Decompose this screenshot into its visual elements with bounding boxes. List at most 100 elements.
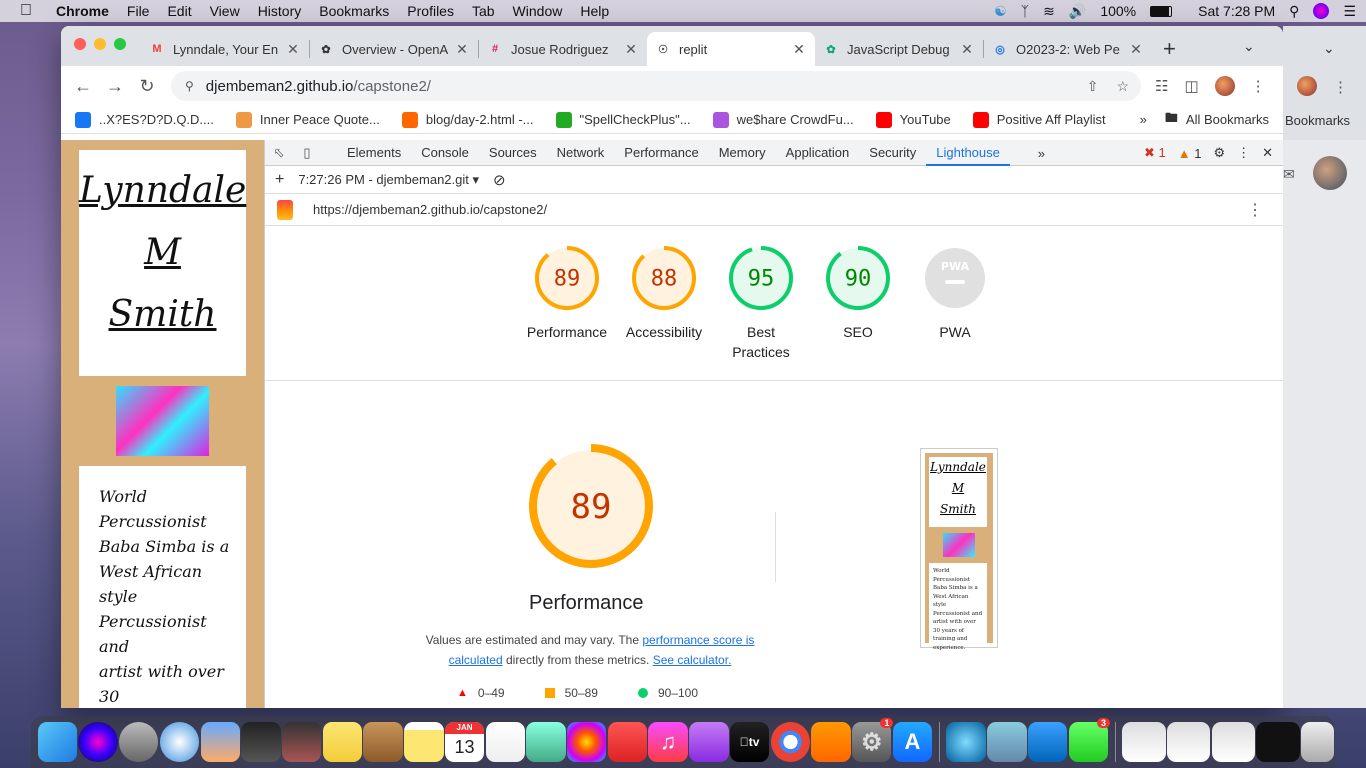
contacts-icon[interactable]: [363, 722, 403, 762]
preview-icon[interactable]: [987, 722, 1027, 762]
bookmark-item[interactable]: ..X?ES?D?D.Q.D....: [75, 111, 214, 128]
devtools-tab-lighthouse[interactable]: Lighthouse: [926, 140, 1010, 166]
close-tab-icon[interactable]: ✕: [1128, 41, 1144, 58]
warning-count[interactable]: ▲ 1: [1178, 146, 1202, 161]
second-window-avatar[interactable]: [1297, 76, 1317, 96]
menu-window[interactable]: Window: [513, 3, 563, 19]
score-accessibility[interactable]: 88 Accessibility: [626, 246, 702, 362]
profile-avatar[interactable]: [1214, 76, 1235, 96]
score-pwa[interactable]: PWA PWA: [923, 246, 987, 362]
siri-menu-icon[interactable]: [1313, 3, 1330, 19]
score-performance[interactable]: 89 Performance: [527, 246, 607, 362]
books-icon[interactable]: [811, 722, 851, 762]
stickies-icon[interactable]: [322, 722, 363, 762]
bookmark-item[interactable]: we$hare CrowdFu...: [712, 111, 854, 128]
menu-bookmarks[interactable]: Bookmarks: [319, 3, 389, 19]
forward-icon[interactable]: →: [99, 76, 131, 97]
minimized-window-icon[interactable]: [1211, 722, 1255, 762]
tor-icon[interactable]: [946, 722, 986, 762]
score-best-practices[interactable]: 95 Best Practices: [729, 246, 793, 362]
menu-history[interactable]: History: [258, 3, 302, 19]
second-window-tab-menu-icon[interactable]: ⌄: [1323, 40, 1335, 57]
devtools-tab-sources[interactable]: Sources: [479, 140, 547, 166]
bookmark-item[interactable]: "SpellCheckPlus"...: [555, 111, 691, 128]
minimized-window-icon[interactable]: [1167, 722, 1211, 762]
user-avatar[interactable]: [1313, 156, 1347, 190]
tab-search-icon[interactable]: ⌄: [1243, 38, 1255, 55]
back-icon[interactable]: ←: [67, 76, 99, 97]
tab-2[interactable]: # Josue Rodriguez ✕: [479, 32, 647, 66]
tab-5[interactable]: ◎ O2023-2: Web Pe ✕: [984, 32, 1152, 66]
tv-icon[interactable]: tv: [729, 722, 770, 762]
side-panel-icon[interactable]: ◫: [1184, 77, 1198, 95]
apple-icon[interactable]: : [20, 2, 38, 20]
device-toolbar-icon[interactable]: ▯: [293, 145, 321, 161]
chrome-menu-icon[interactable]: ⋮: [1251, 77, 1266, 95]
report-selector[interactable]: 7:27:26 PM - djembeman2.git ▾: [298, 172, 479, 188]
close-tab-icon[interactable]: ✕: [285, 41, 301, 58]
overflow-tabs-icon[interactable]: »: [1038, 146, 1045, 161]
devtools-tab-network[interactable]: Network: [547, 140, 615, 166]
inbox-icon[interactable]: ✉: [1283, 166, 1295, 183]
podcasts-icon[interactable]: [689, 722, 729, 762]
notes-icon[interactable]: [404, 722, 444, 762]
close-tab-icon[interactable]: ✕: [454, 41, 470, 58]
battery-icon[interactable]: [1150, 5, 1173, 17]
bookmark-item[interactable]: Positive Aff Playlist: [972, 111, 1106, 128]
close-devtools-icon[interactable]: ✕: [1262, 145, 1273, 161]
spotlight-icon[interactable]: ⚲: [1289, 3, 1299, 20]
close-window-button[interactable]: [74, 38, 86, 50]
devtools-tab-security[interactable]: Security: [859, 140, 926, 166]
tab-3[interactable]: ☉ replit ✕: [647, 32, 815, 66]
page-screenshot-thumbnail[interactable]: Lynndale M Smith World Percussionist Bab…: [920, 448, 998, 651]
menu-help[interactable]: Help: [580, 3, 609, 19]
bookmark-item[interactable]: Inner Peace Quote...: [235, 111, 380, 128]
launchpad-icon[interactable]: [119, 722, 159, 762]
devtools-tab-memory[interactable]: Memory: [709, 140, 776, 166]
address-bar[interactable]: ⚲ djembeman2.github.io/capstone2/ ⇧ ☆: [171, 71, 1141, 101]
inspect-element-icon[interactable]: ⬁: [265, 145, 293, 161]
creative-cloud-icon[interactable]: ☯: [994, 3, 1007, 20]
score-seo[interactable]: 90 SEO: [826, 246, 890, 362]
more-bookmarks-button[interactable]: »: [1140, 112, 1147, 127]
maps-icon[interactable]: [526, 722, 566, 762]
devtools-tab-elements[interactable]: Elements: [337, 140, 411, 166]
extensions-icon[interactable]: ☷: [1155, 77, 1168, 95]
minimize-window-button[interactable]: [94, 38, 106, 50]
all-bookmarks-button[interactable]: 🖿 All Bookmarks: [1165, 109, 1269, 131]
siri-icon[interactable]: [78, 722, 118, 762]
control-center-icon[interactable]: ☰: [1343, 3, 1356, 20]
report-url[interactable]: https://djembeman2.github.io/capstone2/: [313, 202, 547, 217]
reload-icon[interactable]: ↻: [131, 76, 163, 97]
news-icon[interactable]: [607, 722, 648, 762]
tab-4[interactable]: ✿ JavaScript Debug ✕: [815, 32, 983, 66]
close-tab-icon[interactable]: ✕: [623, 41, 639, 58]
calendar-icon[interactable]: JAN 13: [444, 722, 485, 762]
menu-profiles[interactable]: Profiles: [407, 3, 454, 19]
eagle-icon[interactable]: [200, 722, 240, 762]
reminders-icon[interactable]: [485, 722, 525, 762]
menu-tab[interactable]: Tab: [472, 3, 495, 19]
system-preferences-icon[interactable]: ⚙ 1: [852, 718, 894, 762]
close-tab-icon[interactable]: ✕: [959, 41, 975, 58]
error-count[interactable]: ✖ 1: [1144, 145, 1166, 161]
new-tab-button[interactable]: +: [1163, 36, 1176, 62]
tab-0[interactable]: M Lynndale, Your En ✕: [141, 32, 309, 66]
devtools-tab-application[interactable]: Application: [776, 140, 860, 166]
volume-icon[interactable]: 🔊: [1069, 3, 1086, 20]
second-window-bookmarks-label[interactable]: Bookmarks: [1285, 113, 1350, 128]
minimized-window-icon[interactable]: [1256, 722, 1300, 762]
bookmark-star-icon[interactable]: ☆: [1116, 78, 1129, 95]
trash-icon[interactable]: [1300, 722, 1335, 762]
close-tab-icon[interactable]: ✕: [791, 41, 807, 58]
menu-file[interactable]: File: [127, 3, 150, 19]
menu-edit[interactable]: Edit: [167, 3, 191, 19]
bluetooth-icon[interactable]: ᛉ: [1021, 3, 1029, 19]
safari-icon[interactable]: [159, 722, 200, 762]
messages-icon[interactable]: 3: [1068, 718, 1110, 762]
new-report-icon[interactable]: +: [275, 171, 284, 189]
clock[interactable]: Sat 7:28 PM: [1198, 3, 1275, 19]
menu-app-name[interactable]: Chrome: [56, 3, 109, 19]
see-calculator-link[interactable]: See calculator.: [653, 653, 732, 667]
clear-reports-icon[interactable]: ⊘: [493, 171, 506, 189]
